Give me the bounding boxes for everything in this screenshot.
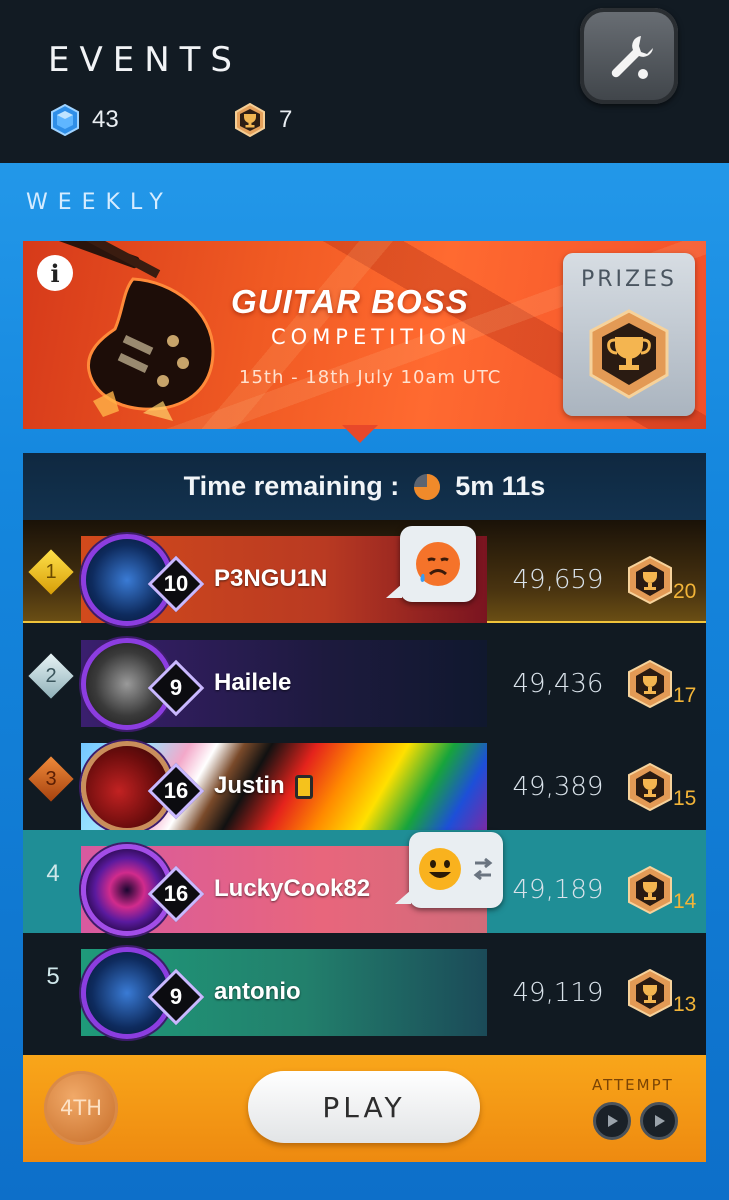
rank-silver-badge: 2 [28, 653, 74, 699]
attempt-label: ATTEMPT [592, 1076, 674, 1094]
level-number: 9 [169, 984, 183, 1009]
rank-gold-badge: 1 [28, 549, 74, 595]
table-row[interactable]: 1 10 P3NGU1N 49,659 20 [23, 520, 706, 626]
trophy-reward: 20 [673, 580, 697, 603]
bubble-tail [386, 584, 402, 598]
player-score: 49,119 [512, 978, 604, 1008]
smiley-emoji-icon [419, 848, 461, 890]
trophy-icon [589, 309, 669, 399]
current-place-badge: 4TH [44, 1071, 118, 1145]
emote-button[interactable] [395, 832, 503, 908]
trophy-balance: 7 [233, 102, 292, 138]
play-button[interactable]: PLAY [248, 1071, 480, 1143]
table-row-current-player[interactable]: 4 16 LuckyCook82 49,189 14 [23, 830, 706, 936]
table-row[interactable]: 3 16 Justin 49,389 15 [23, 727, 706, 833]
player-score: 49,436 [512, 669, 604, 699]
level-number: 9 [169, 675, 183, 700]
gem-count: 43 [92, 106, 119, 133]
player-name: Hailele [214, 669, 292, 696]
trophy-icon [628, 969, 672, 1017]
rank-bronze-badge: 3 [28, 756, 74, 802]
event-dates: 15th - 18th July 10am UTC [239, 367, 502, 388]
bubble-tail [395, 890, 411, 904]
time-remaining-value: 5m 11s [455, 471, 546, 501]
player-tag-icon [295, 775, 313, 799]
section-weekly-label: WEEKLY [26, 190, 173, 215]
player-name: Justin [214, 772, 285, 799]
player-score: 49,659 [512, 565, 604, 595]
play-triangle-icon [655, 1115, 665, 1127]
page-title: EVENTS [48, 40, 243, 80]
table-row[interactable]: 5 9 antonio 49,119 13 [23, 933, 706, 1039]
rank-number: 1 [45, 560, 57, 583]
rank-number: 2 [45, 664, 57, 687]
level-number: 16 [163, 881, 189, 906]
player-name: LuckyCook82 [214, 875, 371, 902]
level-number: 10 [163, 571, 189, 596]
swap-arrows-icon [473, 857, 493, 881]
prizes-label: PRIZES [581, 267, 677, 292]
trophy-reward: 17 [673, 684, 697, 707]
level-number: 16 [163, 778, 189, 803]
play-triangle-icon [608, 1115, 618, 1127]
trophy-reward: 13 [673, 993, 697, 1016]
event-subtitle: COMPETITION [271, 325, 472, 349]
timer-icon [414, 473, 441, 500]
trophy-icon [628, 763, 672, 811]
gem-icon [51, 104, 79, 136]
player-name: P3NGU1N [214, 565, 328, 592]
attempt-token-icon [593, 1102, 631, 1140]
trophy-icon [628, 866, 672, 914]
reaction-bubble[interactable] [386, 526, 476, 602]
top-bar: EVENTS 43 7 [0, 0, 729, 163]
bottom-action-bar: 4TH PLAY ATTEMPT [23, 1055, 706, 1162]
wrench-icon [611, 36, 653, 79]
trophy-reward: 15 [673, 787, 697, 810]
trophy-reward: 14 [673, 890, 697, 913]
banner-pointer [342, 425, 378, 443]
leaderboard: Time remaining : 5m 11s 1 10 P3NGU1N 49,… [23, 453, 706, 1055]
trophy-icon [628, 556, 672, 604]
rank-number: 5 [46, 963, 60, 990]
time-remaining: Time remaining : 5m 11s [23, 453, 706, 520]
event-title: GUITAR BOSS [231, 283, 469, 320]
trophy-count: 7 [279, 106, 293, 133]
player-score: 49,189 [512, 875, 604, 905]
info-button[interactable]: i [37, 255, 73, 291]
sad-face-emoji-icon [416, 542, 460, 586]
player-score: 49,389 [512, 772, 604, 802]
gem-balance: 43 [50, 102, 119, 138]
rank-number: 4 [46, 860, 60, 887]
event-banner[interactable]: i GUITAR BOSS COMPETITION 15th - 18th Ju… [23, 241, 706, 429]
player-name: antonio [214, 978, 301, 1005]
time-remaining-label: Time remaining : [183, 471, 400, 501]
trophy-icon [235, 103, 265, 137]
settings-button[interactable] [580, 8, 678, 104]
trophy-icon [628, 660, 672, 708]
attempt-token-icon [640, 1102, 678, 1140]
rank-number: 3 [45, 767, 57, 790]
table-row[interactable]: 2 9 Hailele 49,436 17 [23, 624, 706, 730]
prizes-button[interactable]: PRIZES [563, 253, 695, 416]
